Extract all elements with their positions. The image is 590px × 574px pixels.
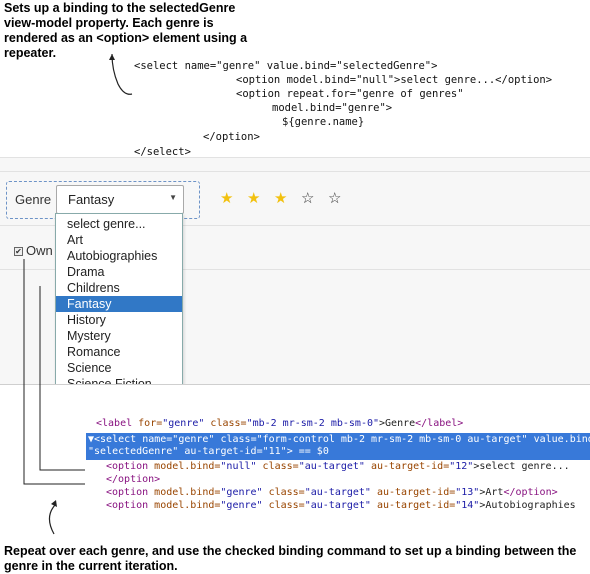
attr-name: model.bind= [154,500,221,511]
code-line: model.bind="genre"> [272,102,393,114]
attr-value: "au-target" [304,500,371,511]
tag-open: <option [106,500,155,511]
attr-name: au-target-id= [370,487,456,498]
tag-close: </label> [415,418,464,429]
node-text: >select genre... [473,461,570,472]
top-annotation: Sets up a binding to the selectedGenre v… [4,1,248,60]
attr-name: model.bind= [154,461,221,472]
attr-value: "genre" [172,434,215,445]
devtools-option-auto-line[interactable]: <option model.bind="genre" class="au-tar… [106,500,576,512]
tag-open: <option [106,487,155,498]
dropdown-option[interactable]: Romance [56,344,182,360]
dropdown-option[interactable]: Mystery [56,328,182,344]
code-snippet: <select name="genre" value.bind="selecte… [0,0,552,158]
devtools-option-art-line[interactable]: <option model.bind="genre" class="au-tar… [106,487,558,499]
star-icon[interactable]: ★ [247,191,260,207]
divider [0,171,590,172]
devtools-option-null-line[interactable]: <option model.bind="null" class="au-targ… [106,461,570,473]
owned-label: Own [26,243,53,258]
node-text: >Art [479,487,504,498]
tag-close: </option> [503,487,558,498]
attr-value: "11" [262,446,287,457]
bottom-annotation: Repeat over each genre, and use the chec… [4,544,577,573]
attr-name: au-target-id= [178,446,263,457]
code-line: </option> [203,131,260,143]
dropdown-option[interactable]: Science [56,360,182,376]
attr-value: "au-target" [298,461,365,472]
attr-value: "genre" [220,500,263,511]
attr-name: class= [262,487,305,498]
owned-checkbox-row[interactable]: ✔ Own [14,243,53,258]
star-icon[interactable]: ★ [274,191,287,207]
star-icon[interactable]: ☆ [301,191,314,207]
attr-value: "12" [449,461,474,472]
dropdown-option[interactable]: Autobiographies [56,248,182,264]
tag-close: </option> [106,474,161,485]
star-icon[interactable]: ☆ [328,191,341,207]
attr-name: class= [262,500,305,511]
attr-name: class= [204,418,247,429]
dropdown-option[interactable]: History [56,312,182,328]
node-text: >Genre [379,418,416,429]
code-line: ${genre.name} [282,116,365,128]
devtools-label-line[interactable]: <label for="genre" class="mb-2 mr-sm-2 m… [96,418,463,430]
attr-value: "mb-2 mr-sm-2 mb-sm-0" [246,418,380,429]
dropdown-option[interactable]: Childrens [56,280,182,296]
devtools-option-close-line[interactable]: </option> [106,474,160,486]
dropdown-option[interactable]: select genre... [56,216,182,232]
dropdown-option[interactable]: Art [56,232,182,248]
tag-open: <label [96,418,139,429]
attr-value: "null" [220,461,257,472]
node-text: > == $0 [286,446,329,457]
code-line: <option repeat.for="genre of genres" [236,88,464,100]
genre-select[interactable]: Fantasy ▼ [56,185,184,214]
attr-value: "form-control mb-2 mr-sm-2 mb-sm-0 au-ta… [256,434,528,445]
attr-name: au-target-id= [364,461,450,472]
attr-name: au-target-id= [370,500,456,511]
tag-open: ▼<select [88,434,143,445]
tag-open: <option [106,461,155,472]
dropdown-option[interactable]: Drama [56,264,182,280]
attr-value: "14" [455,500,480,511]
owned-checkbox[interactable]: ✔ [14,247,23,256]
genre-label: Genre [15,192,52,207]
attr-name: class= [256,461,299,472]
attr-name: value.bind= [533,434,590,445]
code-line: <option model.bind="null">select genre..… [236,74,553,86]
attr-value: "genre" [220,487,263,498]
chevron-down-icon: ▼ [169,193,177,202]
attr-name: name= [142,434,173,445]
code-line: <select name="genre" value.bind="selecte… [134,60,438,72]
dropdown-option[interactable]: Fantasy [56,296,182,312]
attr-value: "selectedGenre" [88,446,179,457]
attr-name: model.bind= [154,487,221,498]
devtools-select-line[interactable]: ▼<select name="genre" class="form-contro… [88,434,590,446]
attr-value: "au-target" [304,487,371,498]
star-icon[interactable]: ★ [220,191,233,207]
attr-name: for= [138,418,163,429]
attr-value: "13" [455,487,480,498]
attr-name: class= [214,434,257,445]
genre-dropdown-list[interactable]: select genre... Art Autobiographies Dram… [55,213,183,389]
node-text: >Autobiographies [479,500,576,511]
devtools-select-line-cont[interactable]: "selectedGenre" au-target-id="11"> == $0 [88,446,329,458]
genre-select-value: Fantasy [68,192,115,207]
attr-value: "genre" [162,418,205,429]
